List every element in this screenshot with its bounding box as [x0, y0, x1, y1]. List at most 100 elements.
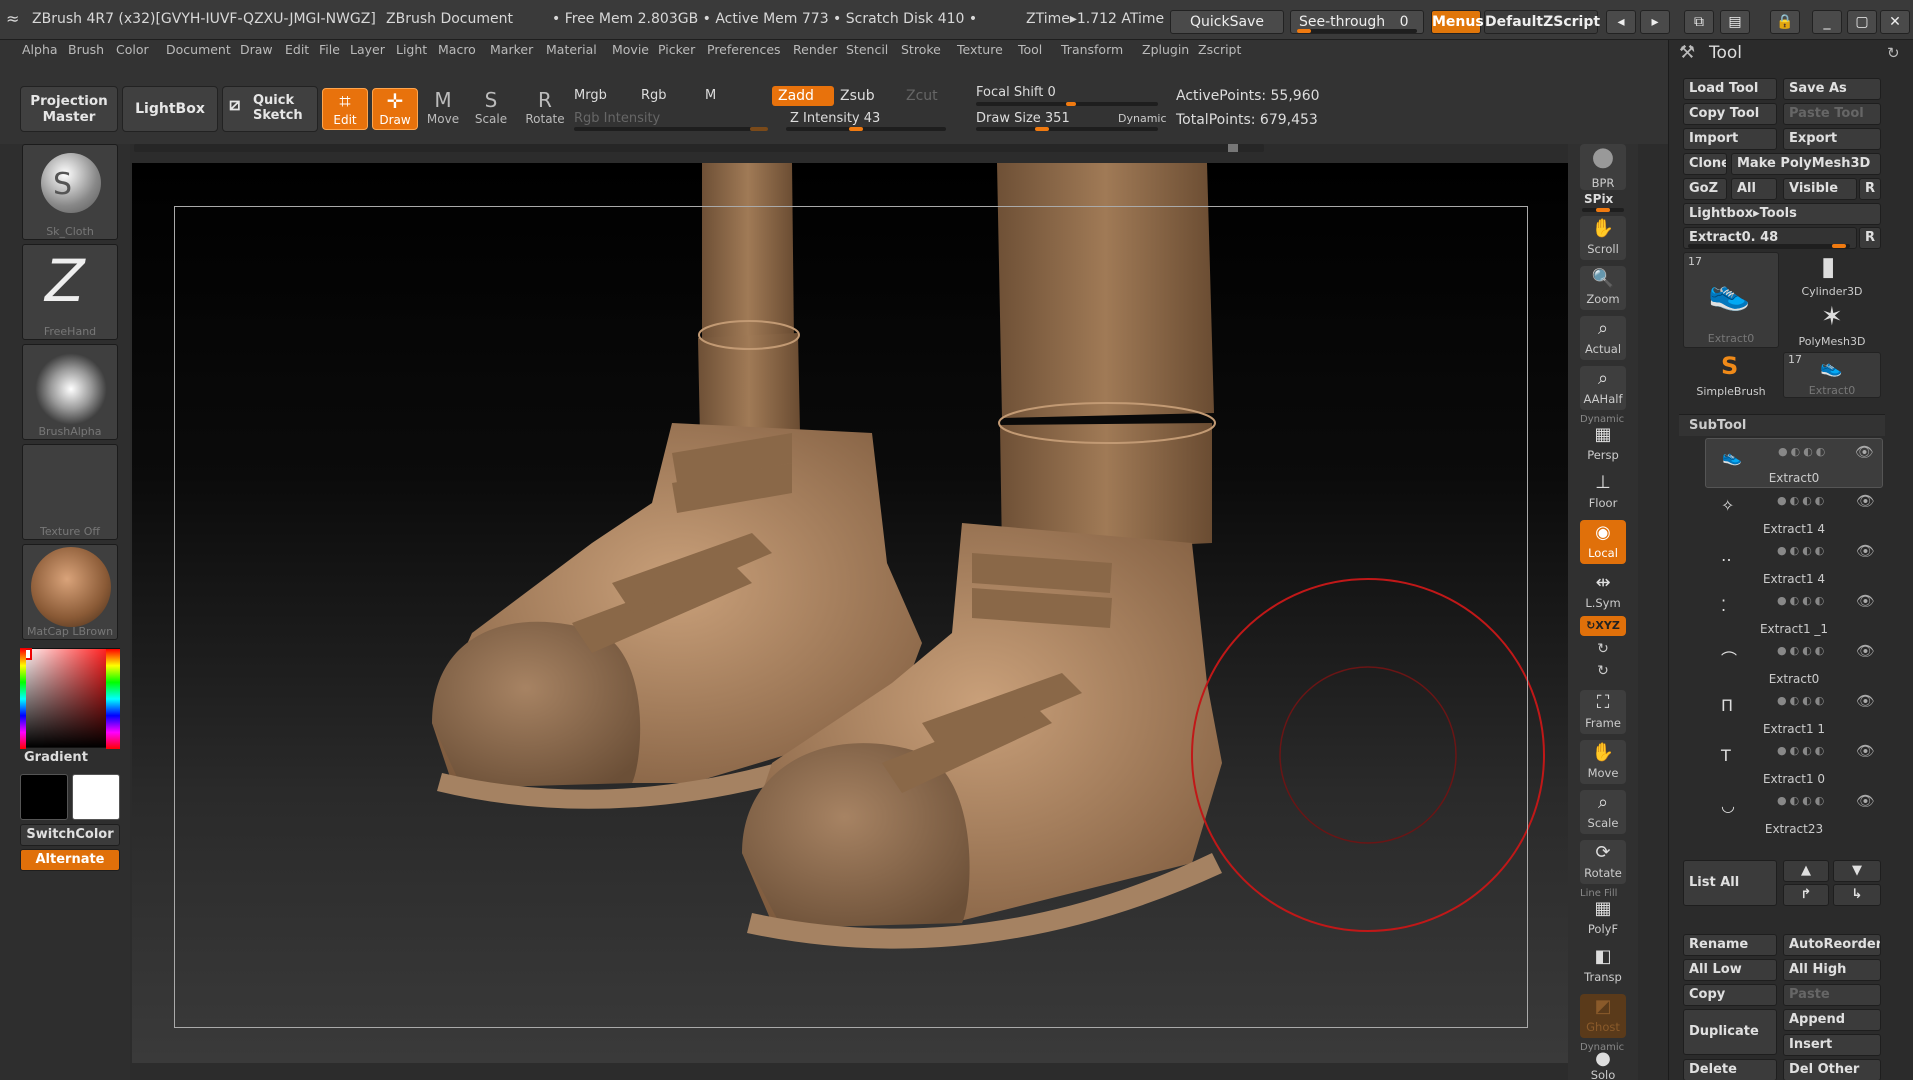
main-color-swatch[interactable]	[20, 774, 68, 820]
export-button[interactable]: Export	[1783, 128, 1881, 150]
autoreorder-button[interactable]: AutoReorder	[1783, 934, 1881, 956]
tool-thumb-extract0[interactable]: 17 👟 Extract0	[1683, 252, 1779, 348]
menu-marker[interactable]: Marker	[490, 42, 533, 57]
alternate-button[interactable]: Alternate	[20, 849, 120, 871]
subtool-item[interactable]: ⁚ ●◐◐◐ 👁 Extract1 _1	[1705, 588, 1883, 638]
move-down-right-button[interactable]: ↳	[1833, 884, 1881, 906]
canvas-scroll-thumb[interactable]	[1228, 144, 1238, 152]
lock-icon[interactable]: 🔒	[1770, 10, 1800, 34]
focal-shift-slider[interactable]: Focal Shift 0	[976, 85, 1056, 100]
make-polymesh-button[interactable]: Make PolyMesh3D	[1731, 153, 1881, 175]
rotate-view-button[interactable]: ⟳ Rotate	[1580, 840, 1626, 884]
m-toggle[interactable]: M	[705, 88, 716, 103]
menu-document[interactable]: Document	[166, 42, 231, 57]
scale-view-button[interactable]: ⌕ Scale	[1580, 790, 1626, 834]
move-down-button[interactable]: ▼	[1833, 860, 1881, 882]
rotation-axis-icons[interactable]: ↻ ↻	[1580, 638, 1626, 682]
maximize-icon[interactable]: ▢	[1847, 10, 1877, 34]
menu-tool[interactable]: Tool	[1018, 42, 1042, 57]
save-as-button[interactable]: Save As	[1783, 78, 1881, 100]
subtool-item[interactable]: 👟 ●◐◐◐ 👁 Extract0	[1705, 438, 1883, 488]
actual-button[interactable]: ⌕ Actual	[1580, 316, 1626, 360]
append-button[interactable]: Append	[1783, 1009, 1881, 1031]
switch-color-button[interactable]: SwitchColor	[20, 824, 120, 846]
xyz-rotation-button[interactable]: ↻XYZ	[1580, 616, 1626, 636]
menu-texture[interactable]: Texture	[957, 42, 1003, 57]
visibility-eye-icon[interactable]: 👁	[1856, 692, 1875, 710]
rgb-toggle[interactable]: Rgb	[641, 88, 667, 103]
hue-strip-right[interactable]	[106, 649, 120, 749]
menu-picker[interactable]: Picker	[658, 42, 695, 57]
subtool-item[interactable]: ◡ ●◐◐◐ 👁 Extract23	[1705, 788, 1883, 838]
material-picker[interactable]: MatCap LBrown	[22, 544, 118, 640]
insert-button[interactable]: Insert	[1783, 1034, 1881, 1056]
scale-mode-button[interactable]: S Scale	[468, 88, 514, 130]
quick-sketch-button[interactable]: ⧄ Quick Sketch	[222, 86, 318, 132]
scroll-button[interactable]: ✋ Scroll	[1580, 216, 1626, 260]
copy-button[interactable]: Copy	[1683, 984, 1777, 1006]
move-up-button[interactable]: ▲	[1783, 860, 1829, 882]
menu-edit[interactable]: Edit	[285, 42, 309, 57]
quicksave-button[interactable]: QuickSave	[1170, 10, 1284, 34]
hue-strip-left[interactable]	[20, 649, 26, 749]
goz-all-button[interactable]: All	[1731, 178, 1777, 200]
alpha-picker[interactable]: BrushAlpha	[22, 344, 118, 440]
menu-brush[interactable]: Brush	[68, 42, 104, 57]
current-tool-r-button[interactable]: R	[1859, 227, 1881, 249]
zadd-toggle[interactable]: Zadd	[772, 86, 834, 106]
goz-visible-button[interactable]: Visible	[1783, 178, 1857, 200]
canvas-horizontal-scrollbar[interactable]	[134, 144, 1264, 152]
visibility-eye-icon[interactable]: 👁	[1856, 592, 1875, 610]
tool-thumb-cylinder3d[interactable]: ▮ Cylinder3D	[1783, 252, 1881, 298]
copy-tool-button[interactable]: Copy Tool	[1683, 103, 1777, 125]
all-low-button[interactable]: All Low	[1683, 959, 1777, 981]
scroll-right-icon[interactable]: ▸	[1640, 10, 1670, 34]
polyf-button[interactable]: ▦ PolyF	[1580, 896, 1626, 940]
tool-thumb-polymesh3d[interactable]: ✶ PolyMesh3D	[1783, 302, 1881, 348]
close-icon[interactable]: ✕	[1880, 10, 1910, 34]
color-picker[interactable]	[20, 648, 120, 749]
rotate-mode-button[interactable]: R Rotate	[522, 88, 568, 130]
zcut-toggle[interactable]: Zcut	[906, 88, 938, 104]
visibility-eye-icon[interactable]: 👁	[1856, 742, 1875, 760]
z-intensity-slider[interactable]: Z Intensity 43	[790, 111, 880, 126]
lsym-button[interactable]: ⇹ L.Sym	[1580, 570, 1626, 614]
paste-tool-button[interactable]: Paste Tool	[1783, 103, 1881, 125]
default-zscript-button[interactable]: DefaultZScript	[1484, 10, 1600, 34]
menu-light[interactable]: Light	[396, 42, 427, 57]
floor-button[interactable]: ⊥ Floor	[1580, 470, 1626, 514]
list-all-button[interactable]: List All	[1683, 860, 1777, 906]
subtool-item[interactable]: Π ●◐◐◐ 👁 Extract1 1	[1705, 688, 1883, 738]
menu-movie[interactable]: Movie	[612, 42, 649, 57]
current-tool-slider[interactable]: Extract0. 48	[1683, 227, 1857, 249]
mrgb-toggle[interactable]: Mrgb	[574, 88, 607, 103]
subtool-item[interactable]: ‥ ●◐◐◐ 👁 Extract1 4	[1705, 538, 1883, 588]
all-high-button[interactable]: All High	[1783, 959, 1881, 981]
menu-alpha[interactable]: Alpha	[22, 42, 58, 57]
draw-size-slider[interactable]: Draw Size 351	[976, 111, 1070, 126]
see-through-slider[interactable]: See-through 0	[1290, 10, 1424, 34]
edit-mode-button[interactable]: ⌗ Edit	[322, 88, 368, 130]
zoom-button[interactable]: 🔍 Zoom	[1580, 266, 1626, 310]
menu-render[interactable]: Render	[793, 42, 838, 57]
menu-color[interactable]: Color	[116, 42, 149, 57]
local-button[interactable]: ◉ Local	[1580, 520, 1626, 564]
menu-file[interactable]: File	[319, 42, 340, 57]
window-layout-icon[interactable]: ▤	[1720, 10, 1750, 34]
menu-preferences[interactable]: Preferences	[707, 42, 781, 57]
import-button[interactable]: Import	[1683, 128, 1777, 150]
subtool-item[interactable]: ⌒ ●◐◐◐ 👁 Extract0	[1705, 638, 1883, 688]
panel-refresh-icon[interactable]: ↻	[1887, 44, 1900, 62]
menu-zscript[interactable]: Zscript	[1198, 42, 1241, 57]
load-tool-button[interactable]: Load Tool	[1683, 78, 1777, 100]
menu-stroke[interactable]: Stroke	[901, 42, 941, 57]
paste-button[interactable]: Paste	[1783, 984, 1881, 1006]
lightbox-button[interactable]: LightBox	[122, 86, 218, 132]
lightbox-tools-button[interactable]: Lightbox▸Tools	[1683, 203, 1881, 225]
subtool-item[interactable]: T ●◐◐◐ 👁 Extract1 0	[1705, 738, 1883, 788]
clone-button[interactable]: Clone	[1683, 153, 1727, 175]
menu-macro[interactable]: Macro	[438, 42, 476, 57]
secondary-color-swatch[interactable]	[72, 774, 120, 820]
gradient-toggle[interactable]: Gradient	[24, 750, 88, 765]
bpr-button[interactable]: ● BPR	[1580, 144, 1626, 190]
